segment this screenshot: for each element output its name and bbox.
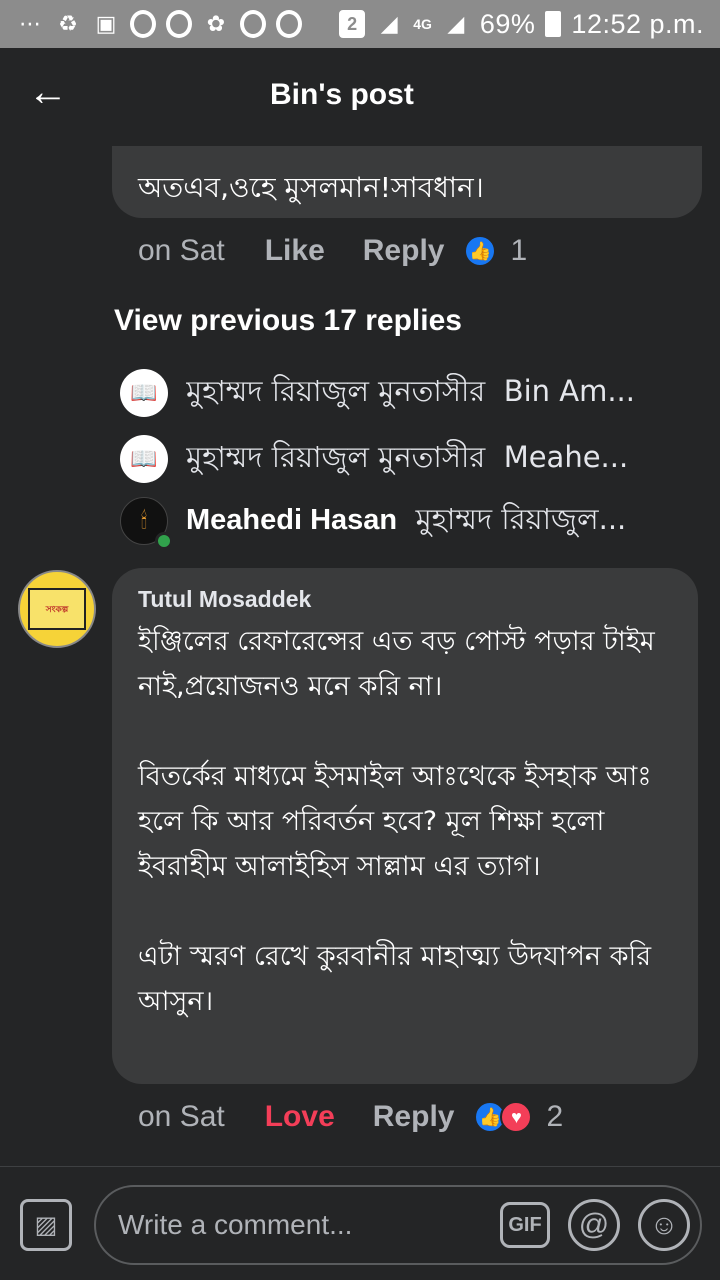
previous-comment-actions: on Sat Like Reply 👍 1 xyxy=(138,234,527,268)
network-type: 4G xyxy=(413,16,432,32)
share-icon: ✿ xyxy=(206,11,226,36)
reply-preview[interactable]: মুহাম্মদ রিয়াজুল মুনতাসীর Meahe... xyxy=(120,434,700,484)
reply-author: মুহাম্মদ রিয়াজুল মুনতাসীর xyxy=(186,373,486,408)
notification-ring-icon xyxy=(276,10,302,38)
love-reaction-icon: ♥ xyxy=(500,1101,533,1133)
reply-author: Meahedi Hasan xyxy=(186,503,398,536)
comment-paragraph: এটা স্মরণ রেখে কুরবানীর মাহাত্ম্য উদযাপন… xyxy=(138,941,652,1017)
signal-icon: ◢ xyxy=(380,11,398,36)
reply-preview-text: Bin Am... xyxy=(503,373,635,408)
avatar[interactable]: সংকল্প xyxy=(18,570,96,648)
sim-badge: 2 xyxy=(339,10,366,38)
reply-preview-text: মুহাম্মদ রিয়াজুল... xyxy=(415,501,627,536)
photo-icon[interactable]: ▨ xyxy=(20,1199,72,1251)
reply-button[interactable]: Reply xyxy=(373,1100,455,1134)
reply-preview[interactable]: মুহাম্মদ রিয়াজুল মুনতাসীর Bin Am... xyxy=(120,368,700,418)
comment-time: on Sat xyxy=(138,1100,225,1133)
reply-preview[interactable]: Meahedi Hasan মুহাম্মদ রিয়াজুল... xyxy=(120,496,700,550)
book-icon xyxy=(120,369,168,417)
mention-button[interactable]: @ xyxy=(568,1199,620,1251)
battery-icon xyxy=(545,11,562,37)
clock: 12:52 p.m. xyxy=(571,8,704,39)
back-arrow-icon[interactable]: ← xyxy=(28,72,68,114)
comment-paragraph: বিতর্কের মাধ্যমে ইসমাইল আঃথেকে ইসহাক আঃ … xyxy=(138,761,652,882)
like-reaction-icon: 👍 xyxy=(464,235,497,267)
comment-actions: on Sat Love Reply 👍 ♥ 2 xyxy=(138,1100,563,1134)
comment-bubble: Tutul Mosaddek ইঞ্জিলের রেফারেন্সের এত ব… xyxy=(112,568,698,1084)
comment-time: on Sat xyxy=(138,234,225,267)
top-bar: ← Bin's post xyxy=(0,48,720,144)
avatar-image: সংকল্প xyxy=(28,588,86,630)
comment-input[interactable] xyxy=(118,1209,478,1241)
view-previous-replies-link[interactable]: View previous 17 replies xyxy=(114,304,462,338)
battery-percent: 69% xyxy=(479,8,536,39)
previous-comment-text: অতএব,ওহে মুসলমান!সাবধান। xyxy=(138,171,484,204)
reaction-count: 2 xyxy=(546,1100,564,1133)
online-status-dot xyxy=(155,532,173,550)
emoji-icon[interactable]: ☺ xyxy=(638,1199,690,1251)
status-bar: ⋯ ♻ ▣ ✿ 2 ◢ 4G ◢ 69% 12:52 p.m. xyxy=(0,0,720,48)
notification-ring-icon xyxy=(166,10,192,38)
reply-button[interactable]: Reply xyxy=(363,234,445,268)
comment-paragraph: ইঞ্জিলের রেফারেন্সের এত বড় পোস্ট পড়ার … xyxy=(138,626,655,702)
love-button[interactable]: Love xyxy=(265,1100,335,1134)
recycle-icon: ♻ xyxy=(58,11,78,36)
comment-input-wrapper: GIF @ ☺ xyxy=(94,1185,702,1265)
reply-author: মুহাম্মদ রিয়াজুল মুনতাসীর xyxy=(186,439,486,474)
reactions[interactable]: 👍 1 xyxy=(464,234,527,268)
comment-composer: ▨ GIF @ ☺ xyxy=(0,1167,720,1280)
book-icon xyxy=(120,435,168,483)
notification-ring-icon xyxy=(130,10,156,38)
reactions[interactable]: 👍 ♥ 2 xyxy=(474,1100,563,1134)
messages-icon: ⋯ xyxy=(19,11,41,36)
previous-comment-bubble: অতএব,ওহে মুসলমান!সাবধান। xyxy=(112,146,702,218)
page-title: Bin's post xyxy=(270,78,414,111)
gallery-icon: ▣ xyxy=(95,11,117,36)
candle-icon xyxy=(120,497,173,550)
reply-preview-text: Meahe... xyxy=(503,439,629,474)
reaction-count: 1 xyxy=(510,234,528,267)
comment-author[interactable]: Tutul Mosaddek xyxy=(138,586,672,613)
gif-button[interactable]: GIF xyxy=(500,1202,550,1248)
notification-ring-icon xyxy=(240,10,266,38)
signal-icon: ◢ xyxy=(447,11,465,36)
like-button[interactable]: Like xyxy=(265,234,325,268)
